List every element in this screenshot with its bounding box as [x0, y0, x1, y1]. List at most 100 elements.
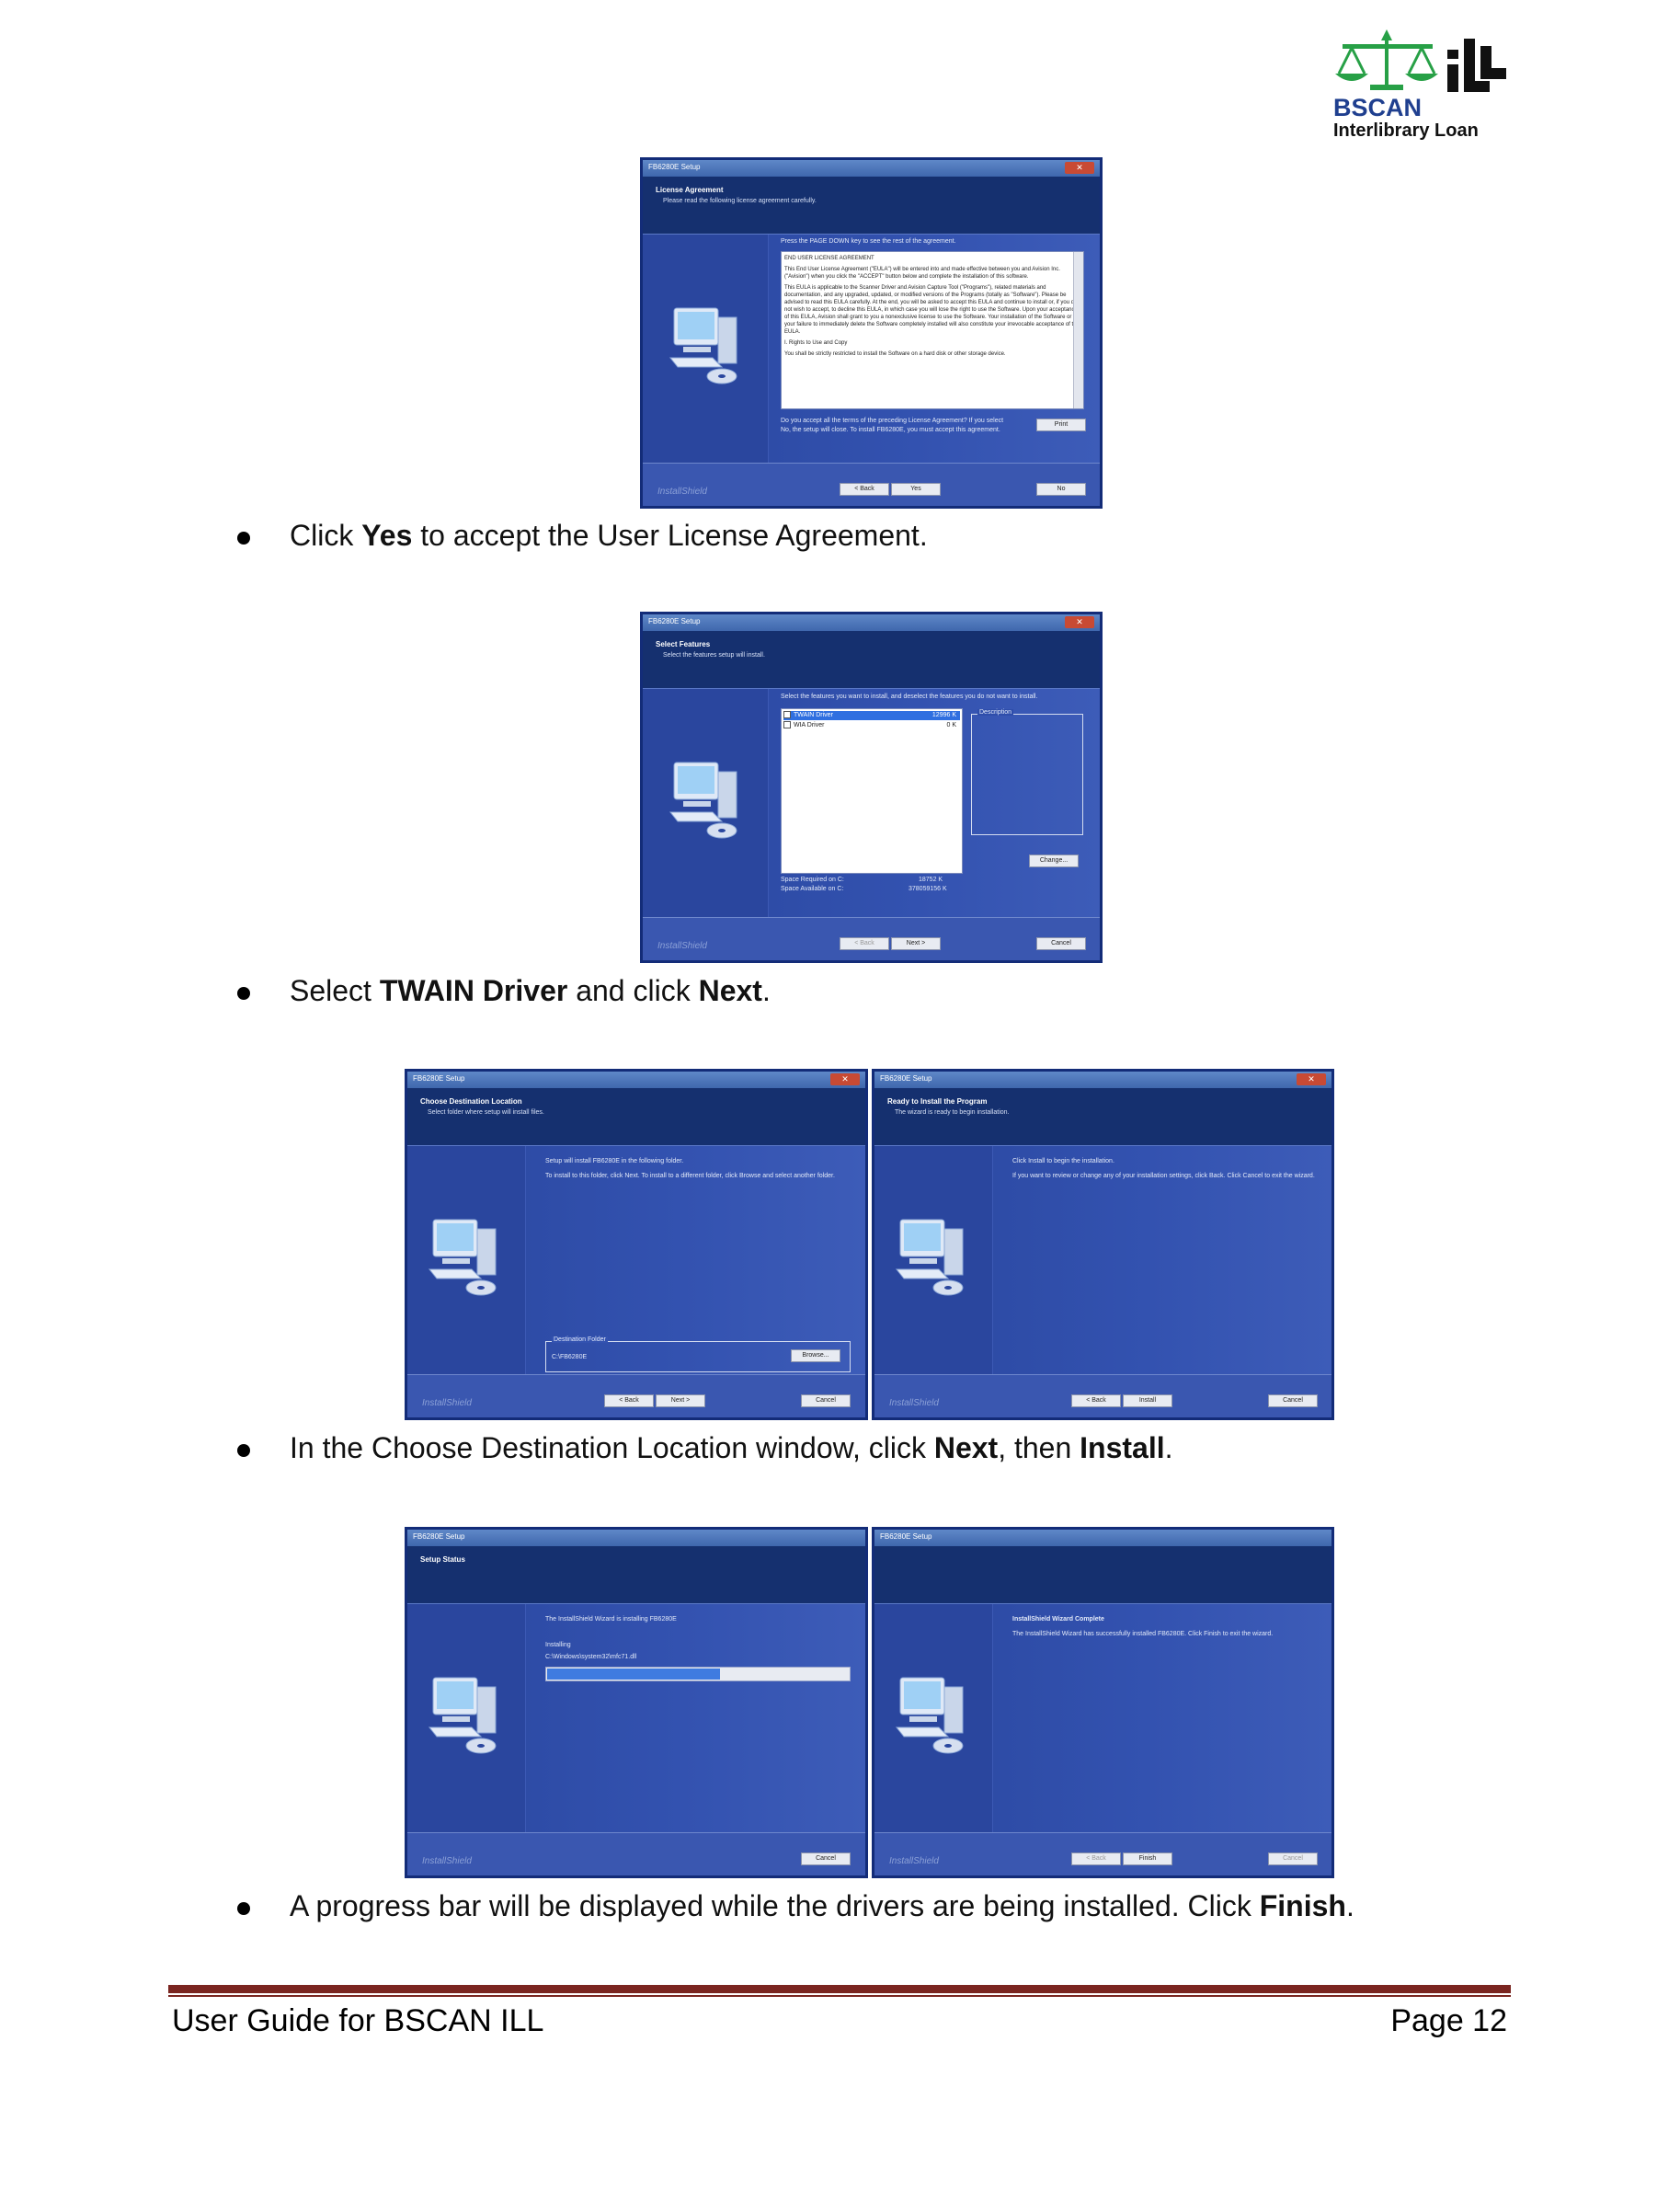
button-bar: InstallShield Cancel	[407, 1832, 865, 1875]
close-icon[interactable]: ✕	[830, 1073, 860, 1085]
footer-rule	[168, 1985, 1511, 1993]
dialog-body: InstallShield Wizard Complete The Instal…	[874, 1604, 1331, 1833]
installing-label: Installing	[545, 1642, 571, 1648]
print-button[interactable]: Print	[1036, 419, 1086, 431]
title-bar: FB6280E Setup ✕	[407, 1072, 865, 1088]
wizard-complete-screenshot: FB6280E Setup InstallShield Wizard Compl…	[872, 1527, 1334, 1878]
installshield-label: InstallShield	[422, 1856, 472, 1866]
browse-button[interactable]: Browse...	[791, 1349, 840, 1362]
install-button[interactable]: Install	[1123, 1394, 1172, 1407]
bullet-dot	[237, 532, 250, 545]
destination-folder-group: Destination Folder C:\FB6280E Browse...	[545, 1336, 851, 1372]
cancel-button[interactable]: Cancel	[1036, 937, 1086, 950]
dialog-header	[874, 1546, 1331, 1604]
close-icon[interactable]: ✕	[1297, 1073, 1326, 1085]
ready-to-install-screenshot: FB6280E Setup ✕ Ready to Install the Pro…	[872, 1069, 1334, 1420]
space-required-label: Space Required on C:	[781, 877, 844, 883]
feature-item-wia[interactable]: WIA Driver 0 K	[783, 721, 960, 730]
checkbox-icon[interactable]	[783, 721, 791, 729]
eula-paragraph: This End User License Agreement ("EULA")…	[784, 267, 1060, 280]
yes-button[interactable]: Yes	[891, 483, 941, 496]
button-bar: InstallShield < Back Finish Cancel	[874, 1832, 1331, 1875]
cancel-button[interactable]: Cancel	[801, 1852, 851, 1865]
dialog-sidebar	[643, 235, 769, 464]
bscan-ill-logo: BSCAN Interlibrary Loan	[1333, 28, 1508, 143]
cancel-button[interactable]: Cancel	[1268, 1394, 1318, 1407]
space-available-value: 378059156 K	[909, 886, 947, 892]
window-title: FB6280E Setup	[880, 1532, 932, 1541]
close-icon[interactable]: ✕	[1065, 162, 1094, 174]
eula-heading: END USER LICENSE AGREEMENT	[784, 256, 874, 261]
license-agreement-screenshot: FB6280E Setup ✕ License Agreement Please…	[640, 157, 1103, 509]
dialog-subtitle: Select the features setup will install.	[663, 652, 765, 659]
dialog-header: Setup Status	[407, 1546, 865, 1604]
title-bar: FB6280E Setup	[874, 1530, 1331, 1546]
window-title: FB6280E Setup	[413, 1074, 465, 1083]
next-button[interactable]: Next >	[891, 937, 941, 950]
description-group: Description	[971, 709, 1083, 835]
dialog-sidebar	[643, 689, 769, 918]
space-required-value: 18752 K	[919, 877, 943, 883]
dialog-title: Ready to Install the Program	[887, 1097, 988, 1106]
installshield-label: InstallShield	[657, 941, 707, 951]
info-text: To install to this folder, click Next. T…	[545, 1173, 835, 1179]
info-text: Click Install to begin the installation.	[1012, 1158, 1114, 1164]
button-bar: InstallShield < Back Install Cancel	[874, 1374, 1331, 1417]
window-title: FB6280E Setup	[880, 1074, 932, 1083]
dialog-sidebar	[874, 1604, 993, 1833]
eula-paragraph: I. Rights to Use and Copy	[784, 340, 848, 346]
feature-list[interactable]: TWAIN Driver 12996 K WIA Driver 0 K	[781, 708, 963, 874]
cancel-button[interactable]: Cancel	[801, 1394, 851, 1407]
window-title: FB6280E Setup	[648, 617, 701, 625]
dialog-title: Choose Destination Location	[420, 1097, 522, 1106]
dialog-body: The InstallShield Wizard is installing F…	[407, 1604, 865, 1833]
folder-path: C:\FB6280E	[552, 1354, 588, 1360]
instruction-text: Select the features you want to install,…	[781, 694, 1038, 700]
finish-button[interactable]: Finish	[1123, 1852, 1172, 1865]
back-button[interactable]: < Back	[1071, 1852, 1121, 1865]
select-features-screenshot: FB6280E Setup ✕ Select Features Select t…	[640, 612, 1103, 963]
back-button[interactable]: < Back	[1071, 1394, 1121, 1407]
dialog-subtitle: The wizard is ready to begin installatio…	[895, 1109, 1010, 1116]
back-button[interactable]: < Back	[840, 483, 889, 496]
dialog-body: Select the features you want to install,…	[643, 689, 1100, 918]
dialog-header: Select Features Select the features setu…	[643, 631, 1100, 689]
next-button[interactable]: Next >	[656, 1394, 705, 1407]
info-text: If you want to review or change any of y…	[1012, 1173, 1315, 1179]
button-bar: InstallShield < Back Yes No	[643, 463, 1100, 506]
title-bar: FB6280E Setup ✕	[874, 1072, 1331, 1088]
no-button[interactable]: No	[1036, 483, 1086, 496]
accept-question: Do you accept all the terms of the prece…	[781, 418, 1004, 433]
button-bar: InstallShield < Back Next > Cancel	[407, 1374, 865, 1417]
button-bar: InstallShield < Back Next > Cancel	[643, 917, 1100, 960]
space-available-label: Space Available on C:	[781, 886, 844, 892]
eula-paragraph: This EULA is applicable to the Scanner D…	[784, 285, 1080, 335]
dialog-body: Click Install to begin the installation.…	[874, 1146, 1331, 1375]
window-title: FB6280E Setup	[413, 1532, 465, 1541]
scrollbar[interactable]	[1073, 252, 1083, 408]
progress-fill	[547, 1669, 721, 1680]
installshield-label: InstallShield	[889, 1856, 939, 1866]
eula-text-area[interactable]: END USER LICENSE AGREEMENT This End User…	[781, 251, 1084, 409]
bullet-dot	[237, 987, 250, 1000]
back-button[interactable]: < Back	[604, 1394, 654, 1407]
install-progress-bar	[545, 1667, 851, 1681]
dialog-title: Setup Status	[420, 1555, 465, 1564]
dialog-body: Press the PAGE DOWN key to see the rest …	[643, 235, 1100, 464]
close-icon[interactable]: ✕	[1065, 616, 1094, 628]
back-button[interactable]: < Back	[840, 937, 889, 950]
checkbox-checked-icon[interactable]	[783, 711, 791, 719]
feature-item-twain[interactable]: TWAIN Driver 12996 K	[783, 711, 960, 720]
cancel-button[interactable]: Cancel	[1268, 1852, 1318, 1865]
dialog-header: Ready to Install the Program The wizard …	[874, 1088, 1331, 1146]
change-button[interactable]: Change...	[1029, 854, 1079, 867]
dialog-subtitle: Select folder where setup will install f…	[428, 1109, 544, 1116]
dialog-header: License Agreement Please read the follow…	[643, 177, 1100, 235]
installshield-label: InstallShield	[657, 487, 707, 497]
title-bar: FB6280E Setup	[407, 1530, 865, 1546]
bullet-dot	[237, 1902, 250, 1915]
status-text: The InstallShield Wizard is installing F…	[545, 1616, 677, 1623]
installshield-label: InstallShield	[889, 1398, 939, 1408]
footer-title: User Guide for BSCAN ILL	[172, 2003, 544, 2038]
dialog-title: Select Features	[656, 640, 711, 648]
